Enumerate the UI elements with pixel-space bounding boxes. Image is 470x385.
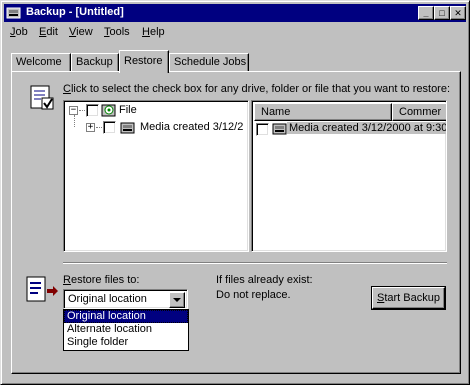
file-catalog-icon [101,102,117,118]
tree-root-label[interactable]: File [118,104,138,116]
option-alternate-location[interactable]: Alternate location [64,323,188,336]
instruction-text: Click to select the check box for any dr… [63,83,451,95]
tab-backup[interactable]: Backup [71,53,119,72]
file-checkbox[interactable] [86,104,99,117]
column-header-comment[interactable]: Commer [392,103,446,121]
restore-panel: Click to select the check box for any dr… [11,71,461,374]
close-button[interactable]: ✕ [450,6,466,20]
option-single-folder[interactable]: Single folder [64,336,188,349]
media-list-checkbox[interactable] [256,123,269,136]
restore-location-dropdown-list: Original location Alternate location Sin… [63,309,189,351]
minimize-button[interactable]: _ [418,6,434,20]
menu-bar: Job Edit View Tools Help [4,23,466,42]
existing-files-label: If files already exist: [216,274,313,286]
tape-media-icon [272,121,288,137]
tree-connector [74,115,75,127]
file-list-pane[interactable]: Name Commer Media created 3/12/2000 at 9… [251,100,447,252]
tab-strip: Welcome Backup Restore Schedule Jobs [11,50,451,73]
restore-checklist-icon [29,84,57,112]
separator [63,262,447,264]
window-title: Backup - [Untitled] [26,6,124,18]
tab-schedule-jobs[interactable]: Schedule Jobs [169,53,249,72]
collapse-icon[interactable]: − [69,106,78,115]
dropdown-arrow-button[interactable] [169,292,185,308]
menu-tools[interactable]: Tools [104,26,130,38]
maximize-button[interactable]: □ [434,6,450,20]
tape-media-icon [120,120,136,136]
menu-view[interactable]: View [69,26,93,38]
menu-edit[interactable]: Edit [39,26,58,38]
media-checkbox[interactable] [103,121,116,134]
restore-location-select[interactable]: Original location [63,289,188,309]
tree-pane[interactable]: − File + Media created 3/12/2 [63,100,249,252]
backup-window: Backup - [Untitled] _ □ ✕ Job Edit View … [0,0,470,385]
start-backup-button[interactable]: Start Backup [371,286,446,310]
restore-location-value: Original location [68,293,147,305]
title-bar[interactable]: Backup - [Untitled] _ □ ✕ [4,4,466,22]
column-header-name[interactable]: Name [254,103,392,121]
backup-app-icon [6,5,22,21]
list-row-media[interactable]: Media created 3/12/2000 at 9:30 [287,122,446,134]
tab-welcome[interactable]: Welcome [11,53,71,72]
tab-restore[interactable]: Restore [119,50,169,73]
menu-job[interactable]: Job [10,26,28,38]
chevron-down-icon [173,298,181,302]
menu-help[interactable]: Help [142,26,165,38]
expand-icon[interactable]: + [86,123,95,132]
tree-media-label[interactable]: Media created 3/12/2 [140,121,243,133]
existing-files-value: Do not replace. [216,289,291,301]
option-original-location[interactable]: Original location [64,310,188,323]
restore-files-icon [25,275,59,305]
restore-files-to-label: Restore files to: [63,274,140,286]
